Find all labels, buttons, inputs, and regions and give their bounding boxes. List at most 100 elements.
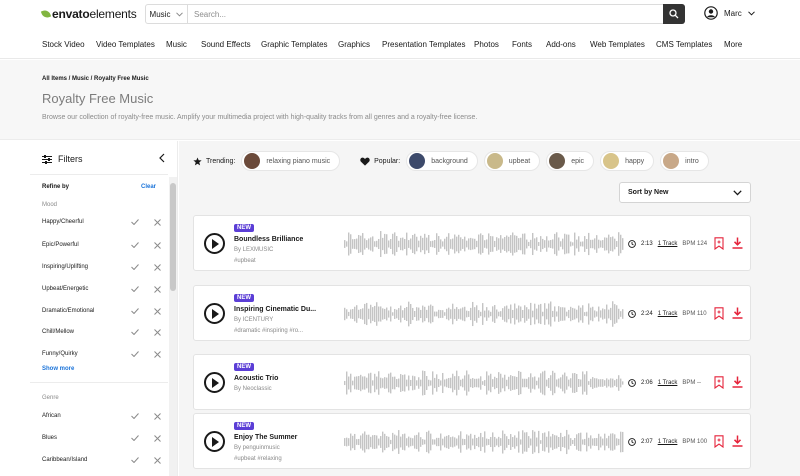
track-author[interactable]: By ICENTURY: [234, 317, 273, 323]
check-icon[interactable]: [130, 435, 140, 441]
collapse-sidebar-icon[interactable]: [158, 153, 166, 163]
check-icon[interactable]: [130, 457, 140, 463]
track-author[interactable]: By penguinmusic: [234, 445, 280, 451]
close-icon[interactable]: [152, 263, 162, 271]
search-input[interactable]: [188, 5, 663, 23]
popular-tag-pill[interactable]: epic: [546, 151, 595, 171]
track-card[interactable]: NEW Inspiring Cinematic Du... By ICENTUR…: [193, 285, 751, 341]
close-icon[interactable]: [152, 328, 162, 336]
track-count-link[interactable]: 1 Track: [658, 439, 678, 445]
nav-sound-effects[interactable]: Sound Effects: [201, 40, 251, 49]
play-icon[interactable]: [204, 303, 225, 324]
close-icon[interactable]: [152, 218, 162, 226]
filters-sidebar: Filters Refine by Clear Mood Happy/Cheer…: [0, 141, 178, 476]
close-icon[interactable]: [152, 350, 162, 358]
track-count-link[interactable]: 1 Track: [658, 380, 678, 386]
close-icon[interactable]: [152, 307, 162, 315]
waveform[interactable]: [344, 369, 624, 397]
nav-graphic-templates[interactable]: Graphic Templates: [261, 40, 328, 49]
clear-filters-link[interactable]: Clear: [141, 184, 156, 190]
nav-more[interactable]: More: [724, 40, 742, 49]
track-card[interactable]: NEW Boundless Brilliance By LEXMUSIC #up…: [193, 215, 751, 271]
popular-tag-pill[interactable]: intro: [660, 151, 709, 171]
bookmark-icon[interactable]: [714, 237, 724, 250]
filter-row-mood: Funny/Quirky: [42, 348, 162, 360]
close-icon[interactable]: [152, 434, 162, 442]
trending-label: Trending:: [206, 157, 236, 165]
check-icon[interactable]: [130, 286, 140, 292]
show-more-moods-link[interactable]: Show more: [42, 366, 74, 372]
track-title[interactable]: Enjoy The Summer: [234, 434, 297, 441]
track-title[interactable]: Boundless Brilliance: [234, 236, 303, 243]
nav-add-ons[interactable]: Add-ons: [546, 40, 576, 49]
category-nav: Stock Video Video Templates Music Sound …: [0, 30, 800, 59]
track-count-link[interactable]: 1 Track: [658, 241, 678, 247]
clock-icon: [628, 240, 636, 248]
check-icon[interactable]: [130, 264, 140, 270]
check-icon[interactable]: [130, 413, 140, 419]
track-tags[interactable]: #upbeat: [234, 258, 256, 264]
track-author[interactable]: By Neoclassic: [234, 386, 272, 392]
track-card[interactable]: NEW Enjoy The Summer By penguinmusic #up…: [193, 413, 751, 469]
bookmark-icon[interactable]: [714, 435, 724, 448]
trending-tag-pill[interactable]: relaxing piano music: [241, 151, 341, 171]
nav-presentation-templates[interactable]: Presentation Templates: [382, 40, 465, 49]
close-icon[interactable]: [152, 285, 162, 293]
download-icon[interactable]: [732, 376, 743, 388]
popular-tag-pill[interactable]: background: [406, 151, 478, 171]
track-title[interactable]: Inspiring Cinematic Du...: [234, 306, 316, 313]
download-icon[interactable]: [732, 435, 743, 447]
close-icon[interactable]: [152, 412, 162, 420]
bookmark-icon[interactable]: [714, 307, 724, 320]
track-tags[interactable]: #dramatic #inspiring #ro...: [234, 328, 303, 334]
track-count-link[interactable]: 1 Track: [658, 311, 678, 317]
close-icon[interactable]: [152, 456, 162, 464]
nav-photos[interactable]: Photos: [474, 40, 499, 49]
user-menu[interactable]: Marc: [704, 6, 755, 20]
chevron-down-icon: [176, 11, 184, 17]
bookmark-icon[interactable]: [714, 376, 724, 389]
track-author[interactable]: By LEXMUSIC: [234, 247, 273, 253]
nav-graphics[interactable]: Graphics: [338, 40, 370, 49]
check-icon[interactable]: [130, 219, 140, 225]
sort-dropdown[interactable]: Sort by New: [619, 182, 751, 203]
check-icon[interactable]: [130, 351, 140, 357]
track-title[interactable]: Acoustic Trio: [234, 375, 278, 382]
track-tags[interactable]: #upbeat #relaxing: [234, 456, 282, 462]
breadcrumb[interactable]: All Items / Music / Royalty Free Music: [42, 76, 149, 82]
check-icon[interactable]: [130, 329, 140, 335]
play-icon[interactable]: [204, 372, 225, 393]
track-card[interactable]: NEW Acoustic Trio By Neoclassic 2:06 1 T…: [193, 354, 751, 410]
download-icon[interactable]: [732, 307, 743, 319]
popular-tag-pill[interactable]: happy: [600, 151, 655, 171]
nav-fonts[interactable]: Fonts: [512, 40, 532, 49]
nav-cms-templates[interactable]: CMS Templates: [656, 40, 712, 49]
check-icon[interactable]: [130, 242, 140, 248]
divider: [30, 382, 168, 383]
download-icon[interactable]: [732, 237, 743, 249]
popular-tag-pill[interactable]: upbeat: [483, 151, 541, 171]
track-bpm: BPM 100: [682, 439, 708, 445]
clock-icon: [628, 379, 636, 387]
play-icon[interactable]: [204, 431, 225, 452]
nav-music[interactable]: Music: [166, 40, 187, 49]
envato-logo[interactable]: envatoelements: [40, 7, 137, 21]
waveform[interactable]: [344, 428, 624, 456]
search-button[interactable]: [663, 4, 685, 24]
waveform[interactable]: [344, 300, 624, 328]
search-category-select[interactable]: Music: [146, 5, 188, 23]
filter-row-mood: Epic/Powerful: [42, 239, 162, 251]
sidebar-scroll-thumb[interactable]: [170, 183, 176, 291]
waveform[interactable]: [344, 230, 624, 258]
check-icon[interactable]: [130, 308, 140, 314]
sliders-icon: [42, 154, 52, 164]
nav-stock-video[interactable]: Stock Video: [42, 40, 85, 49]
nav-web-templates[interactable]: Web Templates: [590, 40, 645, 49]
play-icon[interactable]: [204, 233, 225, 254]
close-icon[interactable]: [152, 241, 162, 249]
filter-row-genre: African: [42, 410, 162, 422]
tag-thumbnail: [244, 153, 261, 169]
nav-video-templates[interactable]: Video Templates: [96, 40, 155, 49]
star-icon: [193, 156, 202, 165]
page-hero: All Items / Music / Royalty Free Music R…: [0, 60, 800, 140]
